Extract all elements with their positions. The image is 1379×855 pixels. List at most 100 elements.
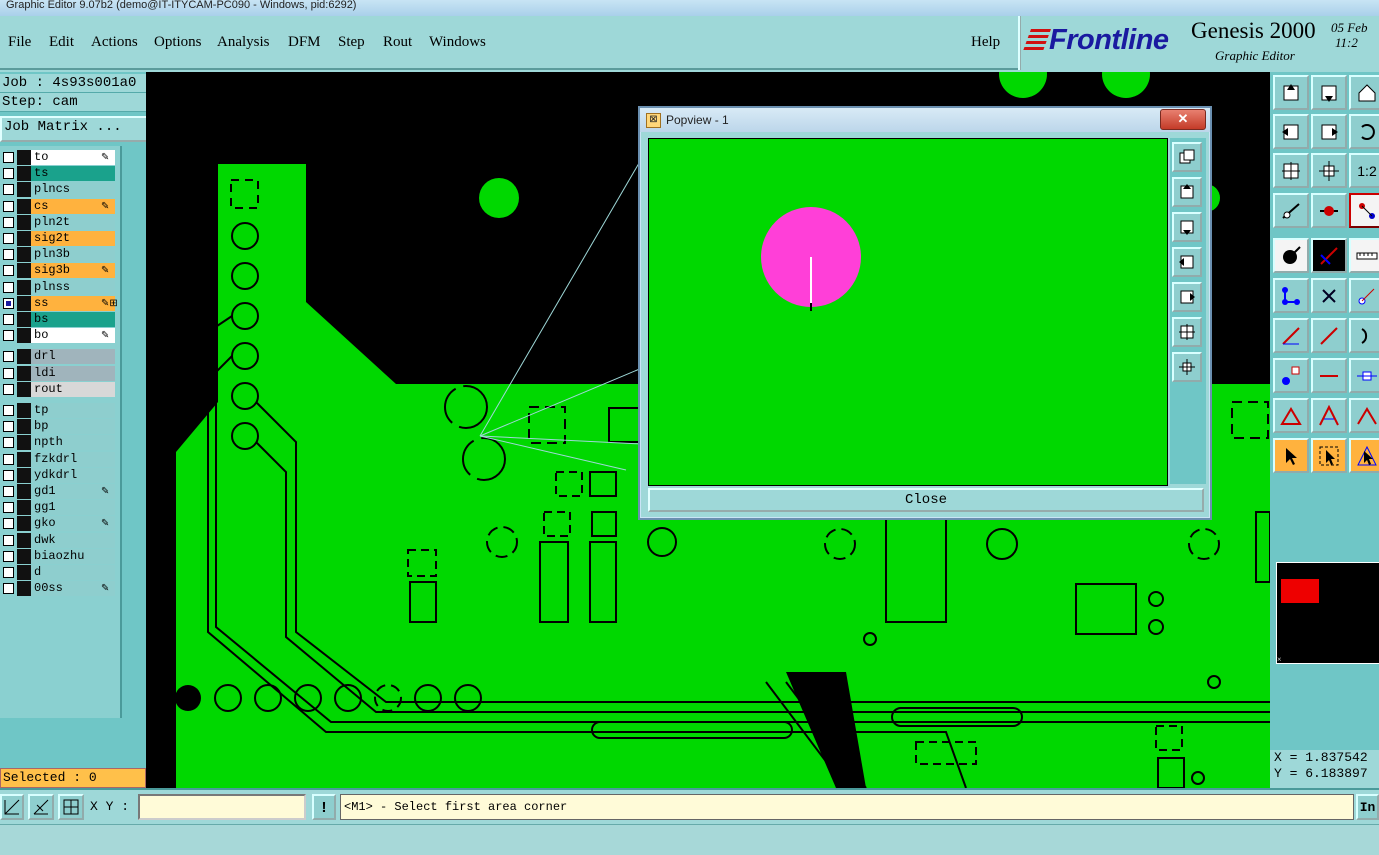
right-action-button[interactable]: In (1356, 794, 1379, 820)
menu-help[interactable]: Help (971, 34, 1000, 51)
menu-actions[interactable]: Actions (91, 34, 138, 51)
add-pad-icon[interactable] (1273, 238, 1309, 273)
menu-file[interactable]: File (8, 34, 31, 51)
layer-row-tp[interactable]: tp (0, 403, 118, 418)
layer-checkbox[interactable] (3, 216, 14, 228)
layer-name[interactable]: ldi (31, 365, 115, 381)
horizontal-line-icon[interactable] (1311, 358, 1347, 393)
popview-title-bar[interactable]: ⊠ Popview - 1 (640, 108, 1210, 132)
layer-row-ss[interactable]: ss ✎⊞ (0, 295, 118, 311)
menu-rout[interactable]: Rout (383, 34, 412, 51)
stretch-icon[interactable] (1349, 358, 1379, 393)
select-arrow-icon[interactable] (1273, 438, 1309, 473)
layer-name[interactable]: pln2t (31, 214, 115, 230)
layer-checkbox[interactable] (3, 486, 14, 497)
popview-close-button[interactable]: Close (648, 488, 1204, 512)
layer-name[interactable]: bp (31, 419, 115, 435)
layer-row-plnss[interactable]: plnss (0, 279, 118, 295)
layer-name[interactable]: plnss (31, 279, 115, 295)
layer-checkbox[interactable] (3, 405, 14, 416)
layer-row-d[interactable]: d (0, 565, 118, 580)
layer-name[interactable]: dwk (31, 532, 115, 548)
layer-checkbox[interactable] (3, 152, 14, 163)
mirror-icon[interactable] (1349, 398, 1379, 433)
pan-up-icon[interactable] (1273, 75, 1309, 110)
overview-map[interactable]: × (1276, 562, 1379, 664)
layer-name[interactable]: d (31, 565, 115, 580)
menu-analysis[interactable]: Analysis (217, 34, 270, 51)
layer-checkbox[interactable] (3, 367, 14, 379)
layer-row-plncs[interactable]: plncs (0, 182, 118, 198)
layer-checkbox[interactable] (3, 233, 14, 244)
layer-name[interactable]: drl (31, 349, 115, 365)
layer-row-npth[interactable]: npth (0, 435, 118, 451)
layer-name[interactable]: plncs (31, 182, 115, 198)
layer-checkbox[interactable] (3, 437, 14, 449)
layer-checkbox[interactable] (3, 265, 14, 277)
layer-row-gg1[interactable]: gg1 (0, 500, 118, 516)
snap-center-icon[interactable] (58, 794, 84, 820)
layer-name[interactable]: sig2t (31, 231, 115, 246)
layer-name[interactable]: bs (31, 312, 115, 327)
popview-pan-right-icon[interactable] (1172, 282, 1202, 312)
alert-button[interactable]: ! (312, 794, 336, 820)
menu-edit[interactable]: Edit (49, 34, 74, 51)
layer-row-cs[interactable]: cs ✎ (0, 198, 118, 214)
menu-options[interactable]: Options (154, 34, 202, 51)
popview-copy-icon[interactable] (1172, 142, 1202, 172)
arc-icon[interactable] (1349, 318, 1379, 353)
layer-row-bo[interactable]: bo ✎ (0, 328, 118, 344)
popview-pan-down-icon[interactable] (1172, 212, 1202, 242)
pad-move-icon[interactable] (1273, 358, 1309, 393)
snap-grid-icon[interactable] (0, 794, 24, 820)
select-area-icon[interactable] (1311, 438, 1347, 473)
layer-row-gko[interactable]: gko ✎ (0, 516, 118, 532)
layer-name[interactable]: rout (31, 381, 115, 397)
redraw-icon[interactable] (1349, 114, 1379, 149)
layer-name[interactable]: gg1 (31, 500, 115, 516)
select-polygon-icon[interactable] (1349, 438, 1379, 473)
layer-row-drl[interactable]: drl (0, 349, 118, 365)
layer-checkbox[interactable] (3, 383, 14, 395)
popview-pan-left-icon[interactable] (1172, 247, 1202, 277)
layer-checkbox[interactable] (3, 168, 14, 180)
layer-checkbox[interactable] (3, 518, 14, 530)
layer-row-ts[interactable]: ts (0, 166, 118, 182)
job-matrix-button[interactable]: Job Matrix ... (0, 116, 148, 142)
triangle-icon[interactable] (1273, 398, 1309, 433)
measure-icon[interactable] (1273, 193, 1309, 228)
move-point-icon[interactable] (1349, 278, 1379, 313)
close-icon[interactable]: ✕ (1160, 109, 1206, 130)
layer-checkbox[interactable] (3, 567, 14, 578)
zoom-1to1-icon[interactable]: 1:2 (1349, 153, 1379, 188)
layer-checkbox[interactable] (3, 469, 14, 481)
layer-checkbox[interactable] (3, 583, 14, 595)
zoom-fit-icon[interactable] (1273, 153, 1309, 188)
popview-canvas[interactable] (648, 138, 1168, 486)
layer-row-rout[interactable]: rout (0, 381, 118, 397)
layer-checkbox[interactable] (3, 314, 14, 325)
layer-name[interactable]: fzkdrl (31, 451, 115, 467)
layer-row-pln2t[interactable]: pln2t (0, 214, 118, 230)
layer-row-bs[interactable]: bs (0, 312, 118, 327)
layer-checkbox[interactable] (3, 281, 14, 293)
layer-row-sig3b[interactable]: sig3b ✎ (0, 263, 118, 279)
pan-right-icon[interactable] (1311, 114, 1347, 149)
popview-pan-up-icon[interactable] (1172, 177, 1202, 207)
layer-row-sig2t[interactable]: sig2t (0, 231, 118, 246)
layer-name[interactable]: biaozhu (31, 548, 115, 564)
layer-row-dwk[interactable]: dwk (0, 532, 118, 548)
connect-icon[interactable] (1273, 278, 1309, 313)
layer-checkbox[interactable] (3, 351, 14, 363)
layer-name[interactable]: pln3b (31, 247, 115, 263)
layer-checkbox[interactable] (3, 453, 14, 465)
layer-checkbox[interactable] (3, 550, 14, 562)
snap-angle-icon[interactable] (28, 794, 54, 820)
layer-row-gd1[interactable]: gd1 ✎ (0, 484, 118, 499)
layer-name[interactable]: ts (31, 166, 115, 182)
layer-checkbox[interactable] (3, 534, 14, 546)
zoom-in-icon[interactable] (1311, 153, 1347, 188)
popview-zoom-in-icon[interactable] (1172, 352, 1202, 382)
snap-icon[interactable] (1311, 193, 1347, 228)
menu-dfm[interactable]: DFM (288, 34, 321, 51)
